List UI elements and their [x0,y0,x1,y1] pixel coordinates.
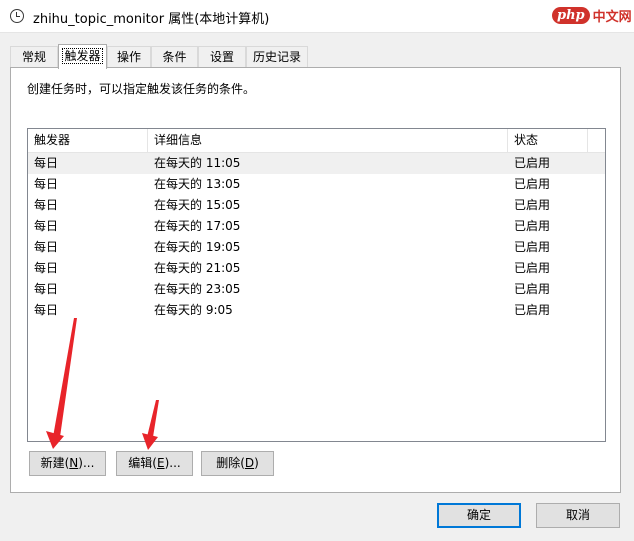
cell-status: 已启用 [514,261,551,275]
cell-details: 在每天的 17:05 [154,219,241,233]
cell-status: 已启用 [514,198,551,212]
window-title: zhihu_topic_monitor 属性(本地计算机) [33,12,270,27]
edit-trigger-button[interactable]: 编辑(E)... [116,451,193,476]
tab-history[interactable]: 历史记录 [246,46,308,67]
table-row[interactable]: 每日 在每天的 15:05 已启用 [28,195,605,216]
clock-icon [10,9,24,23]
watermark-logo: php [552,6,590,24]
cell-status: 已启用 [514,240,551,254]
cancel-button[interactable]: 取消 [536,503,620,528]
trigger-list[interactable]: 触发器 详细信息 状态 每日 在每天的 11:05 已启用 每日 在每天的 13… [27,128,606,442]
cell-trigger: 每日 [34,282,59,296]
cell-trigger: 每日 [34,198,59,212]
cell-status: 已启用 [514,303,551,317]
column-header-status[interactable]: 状态 [508,129,588,152]
table-row[interactable]: 每日 在每天的 13:05 已启用 [28,174,605,195]
tab-settings[interactable]: 设置 [198,46,246,67]
cell-status: 已启用 [514,156,551,170]
title-bar: zhihu_topic_monitor 属性(本地计算机) php 中文网 [0,0,634,33]
tab-conditions[interactable]: 条件 [151,46,198,67]
watermark: php 中文网 [552,2,634,28]
tab-general[interactable]: 常规 [10,46,58,67]
cell-status: 已启用 [514,219,551,233]
cell-details: 在每天的 11:05 [154,156,241,170]
cell-trigger: 每日 [34,156,59,170]
new-trigger-button[interactable]: 新建(N)... [29,451,106,476]
cell-details: 在每天的 13:05 [154,177,241,191]
table-row[interactable]: 每日 在每天的 23:05 已启用 [28,279,605,300]
cell-trigger: 每日 [34,177,59,191]
watermark-text: 中文网 [592,9,632,25]
cell-status: 已启用 [514,282,551,296]
delete-trigger-button[interactable]: 删除(D) [201,451,274,476]
cell-trigger: 每日 [34,240,59,254]
cell-details: 在每天的 19:05 [154,240,241,254]
tab-triggers[interactable]: 触发器 [58,44,107,69]
panel-description: 创建任务时，可以指定触发该任务的条件。 [27,82,256,96]
table-row[interactable]: 每日 在每天的 21:05 已启用 [28,258,605,279]
cell-details: 在每天的 21:05 [154,261,241,275]
cell-trigger: 每日 [34,261,59,275]
table-row[interactable]: 每日 在每天的 9:05 已启用 [28,300,605,321]
tab-actions[interactable]: 操作 [107,46,151,67]
table-row[interactable]: 每日 在每天的 11:05 已启用 [28,153,605,174]
cell-trigger: 每日 [34,219,59,233]
cell-trigger: 每日 [34,303,59,317]
tab-panel-triggers: 创建任务时，可以指定触发该任务的条件。 触发器 详细信息 状态 每日 在每天的 … [10,67,621,493]
table-row[interactable]: 每日 在每天的 17:05 已启用 [28,216,605,237]
cell-status: 已启用 [514,177,551,191]
ok-button[interactable]: 确定 [437,503,521,528]
cell-details: 在每天的 9:05 [154,303,233,317]
column-header-trigger[interactable]: 触发器 [28,129,148,152]
column-header-details[interactable]: 详细信息 [148,129,508,152]
cell-details: 在每天的 23:05 [154,282,241,296]
cell-details: 在每天的 15:05 [154,198,241,212]
list-header: 触发器 详细信息 状态 [28,129,605,153]
table-row[interactable]: 每日 在每天的 19:05 已启用 [28,237,605,258]
